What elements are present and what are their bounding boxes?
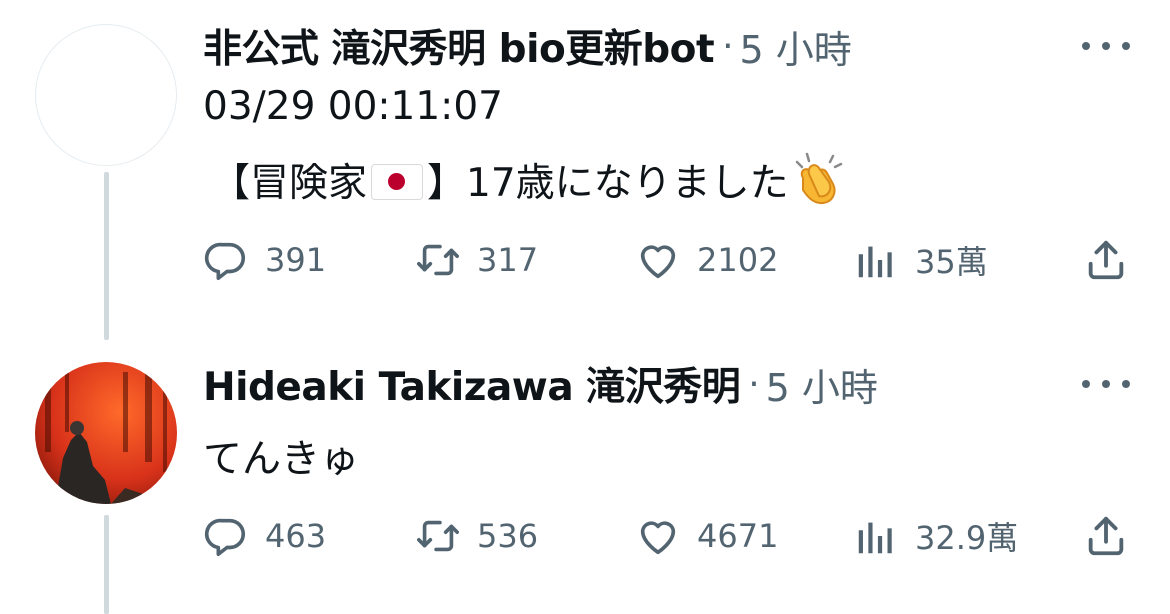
like-count: 4671 <box>697 517 779 555</box>
share-button[interactable] <box>1083 512 1145 560</box>
tweet-header: Hideaki Takizawa 滝沢秀明 · 5 小時 <box>203 356 878 412</box>
more-options-icon[interactable] <box>1082 374 1130 394</box>
share-button[interactable] <box>1083 236 1145 284</box>
tweet-header: 非公式 滝沢秀明 bio更新bot · 5 小時 <box>203 18 852 74</box>
view-count: 32.9萬 <box>915 519 1019 557</box>
tweet-text-line: 【冒険家 】17歳になりました <box>211 148 847 208</box>
like-count: 2102 <box>697 241 779 279</box>
heart-icon <box>640 245 676 279</box>
reply-button[interactable]: 391 <box>203 236 326 284</box>
tweet-text-segment: 】17歳になりました <box>427 161 789 206</box>
views-button[interactable]: 32.9萬 <box>853 512 1018 560</box>
japan-flag-icon <box>371 164 424 200</box>
tweet-text-line: 03/29 00:11:07 <box>203 84 503 129</box>
timestamp[interactable]: 5 小時 <box>766 357 878 412</box>
reply-count: 391 <box>265 241 327 279</box>
tweet-actions: 463 536 4671 32.9萬 <box>203 512 1133 560</box>
like-button[interactable]: 4671 <box>635 512 778 560</box>
views-chart-icon <box>858 522 892 554</box>
separator-dot: · <box>722 25 734 67</box>
views-button[interactable]: 35萬 <box>853 236 988 284</box>
separator-dot: · <box>748 363 760 405</box>
retweet-button[interactable]: 536 <box>415 512 538 560</box>
retweet-icon <box>417 244 459 276</box>
thread-line-bottom <box>104 515 109 614</box>
retweet-count: 536 <box>477 517 539 555</box>
tweet-actions: 391 317 2102 35萬 <box>203 236 1133 284</box>
tweet-text-segment: 【冒険家 <box>211 161 368 206</box>
share-icon <box>1088 240 1124 280</box>
reply-icon <box>204 242 246 281</box>
avatar[interactable] <box>35 362 177 504</box>
retweet-count: 317 <box>477 241 539 279</box>
tweet-text-line: てんきゅ <box>203 437 360 482</box>
retweet-icon <box>417 520 459 552</box>
clapping-hands-icon <box>789 148 847 206</box>
heart-icon <box>640 521 676 555</box>
reply-count: 463 <box>265 517 327 555</box>
avatar[interactable] <box>35 24 177 166</box>
author-name[interactable]: Hideaki Takizawa 滝沢秀明 <box>203 356 741 412</box>
share-icon <box>1088 516 1124 556</box>
views-chart-icon <box>858 246 892 278</box>
like-button[interactable]: 2102 <box>635 236 778 284</box>
author-name[interactable]: 非公式 滝沢秀明 bio更新bot <box>203 18 715 74</box>
reply-button[interactable]: 463 <box>203 512 326 560</box>
retweet-button[interactable]: 317 <box>415 236 538 284</box>
view-count: 35萬 <box>915 243 988 281</box>
reply-icon <box>204 518 246 557</box>
more-options-icon[interactable] <box>1082 36 1130 56</box>
timestamp[interactable]: 5 小時 <box>740 19 852 74</box>
avatar-image <box>35 362 177 504</box>
thread-line-top <box>104 172 109 340</box>
